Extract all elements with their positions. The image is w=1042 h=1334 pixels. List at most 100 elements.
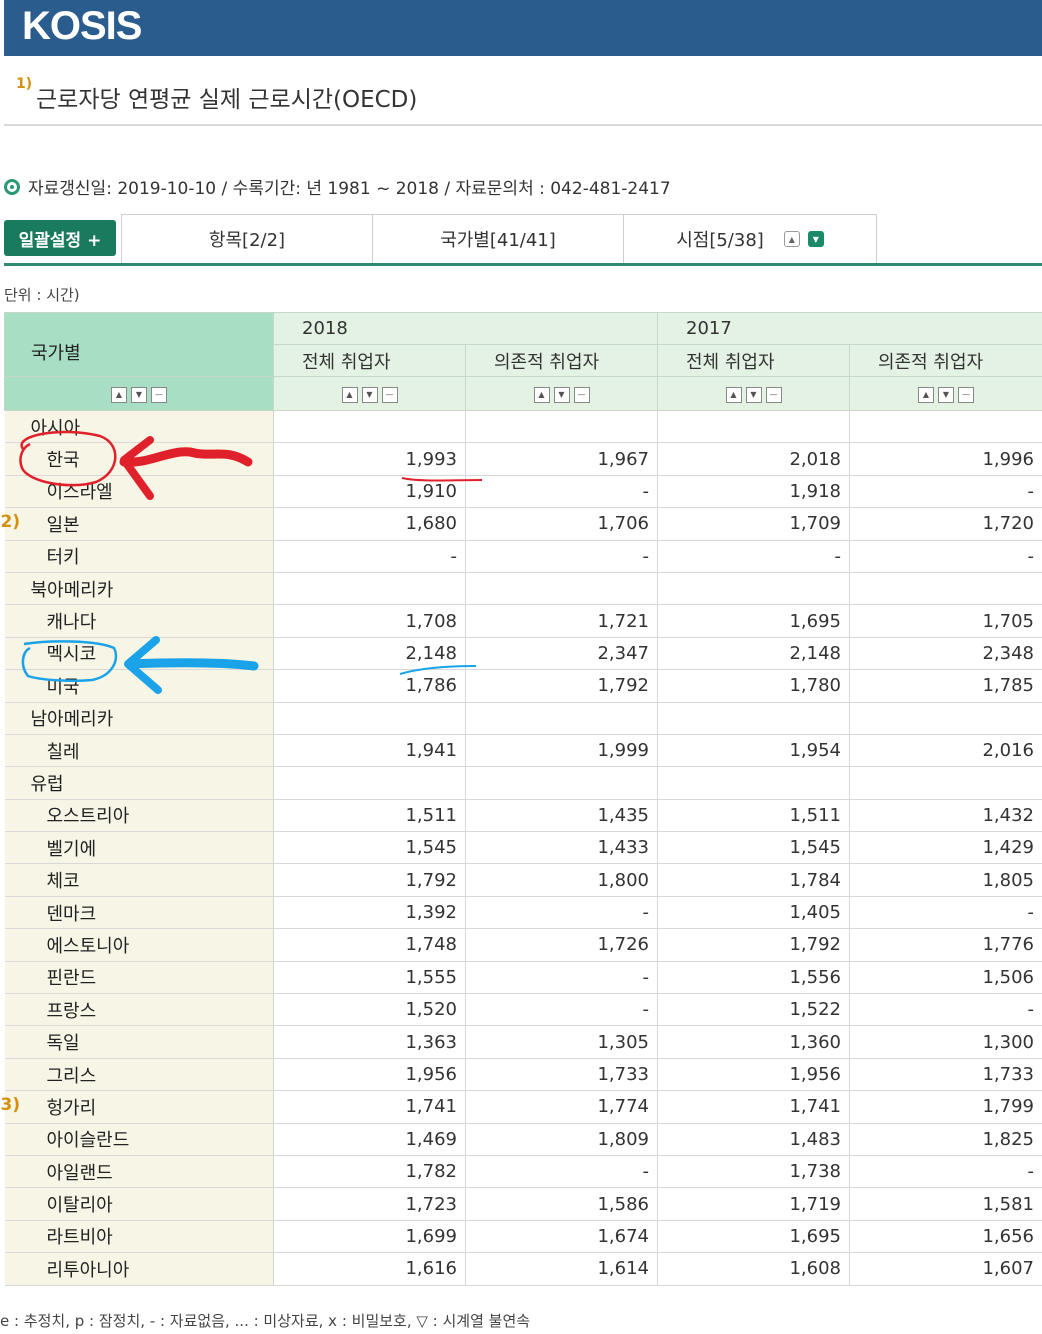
value-cell: 1,674 [465,1220,658,1254]
kosis-logo[interactable]: KOSIS [22,4,142,49]
value-cell: 1,918 [657,475,850,509]
value-cell: 2,018 [657,442,850,476]
value-cell [849,572,1042,606]
table-row: 리투아니아 1,616 1,614 1,608 1,607 [4,1252,1042,1286]
collapse-icon[interactable]: — [765,386,782,403]
row-footnote[interactable]: 3) [1,1095,21,1115]
value-cell [849,410,1042,444]
country-name: 이탈리아 [4,1187,274,1221]
settings-toolbar: 일괄설정 + 항목[2/2] 국가별[41/41] 시점[5/38] ▲ ▼ [4,214,1042,266]
value-cell: 1,545 [273,831,466,865]
sort-controls: ▲ ▼ — [849,376,1042,411]
table-row: 유럽 [4,766,1042,800]
sort-desc-icon[interactable]: ▼ [745,386,762,403]
sort-asc-icon[interactable]: ▲ [341,386,358,403]
table-row: 오스트리아 1,511 1,435 1,511 1,432 [4,799,1042,833]
row-label: 아시아 [30,417,81,439]
value-cell: - [657,540,850,573]
value-cell: 1,776 [849,928,1042,962]
title-footnote[interactable]: 1) [16,76,32,92]
legend-text: e : 추정치, p : 잠정치, - : 자료없음, ... : 미상자료, … [0,1312,531,1330]
table-row: 한국 1,993 1,967 2,018 1,996 [4,442,1042,476]
value-cell: 1,511 [657,799,850,833]
app-header: KOSIS [4,0,1042,56]
value-cell: - [273,540,466,573]
value-cell: 1,792 [657,928,850,962]
value-cell: 1,706 [465,507,658,541]
region-name: 북아메리카 [4,572,274,606]
table-row: 라트비아 1,699 1,674 1,695 1,656 [4,1220,1042,1254]
value-cell: 1,433 [465,831,658,865]
value-cell: 1,300 [849,1025,1042,1059]
country-name: 3) 헝가리 [1,1090,274,1124]
country-name: 2) 일본 [1,507,274,541]
value-cell: 1,805 [849,863,1042,897]
period-down-icon[interactable]: ▼ [807,231,824,247]
value-cell: 1,429 [849,831,1042,865]
value-cell: 1,545 [657,831,850,865]
value-cell: 1,506 [849,961,1042,995]
tab-items-label: 항목[2/2] [208,230,286,251]
table-row: 체코 1,792 1,800 1,784 1,805 [4,863,1042,897]
value-cell: 1,809 [465,1123,658,1156]
table-row: 남아메리카 [4,702,1042,735]
sort-asc-icon[interactable]: ▲ [725,386,742,403]
collapse-icon[interactable]: — [573,386,590,403]
value-cell [657,766,850,800]
value-cell: 1,705 [849,604,1042,638]
row-label: 아이슬란드 [46,1130,130,1152]
value-cell [465,572,658,606]
row-label: 라트비아 [46,1227,113,1249]
sort-asc-icon[interactable]: ▲ [111,386,127,403]
value-cell: 1,799 [849,1090,1042,1124]
value-cell: 1,792 [465,669,658,703]
value-cell: 1,910 [273,475,466,509]
value-cell: 1,741 [273,1090,466,1124]
value-cell: - [465,961,658,995]
period-up-icon[interactable]: ▲ [783,231,800,247]
table-row: 아일랜드 1,782-1,738- [4,1155,1042,1189]
value-cell: 1,738 [657,1155,850,1189]
table-row: 이스라엘 1,910-1,918- [4,475,1042,509]
tab-items[interactable]: 항목[2/2] [121,214,373,263]
value-cell: - [849,475,1042,509]
collapse-icon[interactable]: — [381,386,398,403]
value-cell: 1,956 [657,1058,850,1092]
sort-desc-icon[interactable]: ▼ [361,386,378,403]
bulk-settings-button[interactable]: 일괄설정 + [4,220,116,256]
sort-desc-icon[interactable]: ▼ [131,386,147,403]
value-cell: 1,656 [849,1220,1042,1254]
value-cell [465,766,658,800]
value-cell: - [465,540,658,573]
tab-period[interactable]: 시점[5/38] ▲ ▼ [623,214,877,263]
value-cell: 1,607 [849,1252,1042,1286]
collapse-icon[interactable]: — [151,386,167,403]
value-cell: 1,511 [273,799,466,833]
row-footnote[interactable]: 2) [1,512,21,532]
sort-asc-icon[interactable]: ▲ [918,386,934,403]
value-cell: - [465,475,658,509]
table-row: 캐나다 1,708 1,721 1,695 1,705 [4,604,1042,638]
row-label: 멕시코 [46,644,97,666]
collapse-icon[interactable]: — [958,386,974,403]
sort-desc-icon[interactable]: ▼ [553,386,570,403]
value-cell: 1,616 [273,1252,466,1286]
sort-desc-icon[interactable]: ▼ [938,386,954,403]
sort-asc-icon[interactable]: ▲ [533,386,550,403]
page-title: 근로자당 연평균 실제 근로시간(OECD) [36,87,418,113]
value-cell: 1,792 [273,863,466,897]
tab-countries[interactable]: 국가별[41/41] [372,214,624,263]
row-label: 체코 [46,871,80,893]
value-cell: 1,733 [849,1058,1042,1092]
table-row: 아시아 [4,410,1042,444]
value-cell: 1,723 [273,1187,466,1221]
country-name: 캐나다 [4,604,274,638]
value-cell: 1,695 [657,604,850,638]
value-cell: 2,347 [465,637,658,671]
value-cell: 1,941 [273,734,466,768]
country-name: 이스라엘 [4,475,274,509]
country-name: 아이슬란드 [4,1123,274,1156]
table-row: 덴마크 1,392-1,405- [4,896,1042,930]
row-label: 벨기에 [46,838,97,860]
table-row: 핀란드 1,555-1,556 1,506 [4,961,1042,995]
